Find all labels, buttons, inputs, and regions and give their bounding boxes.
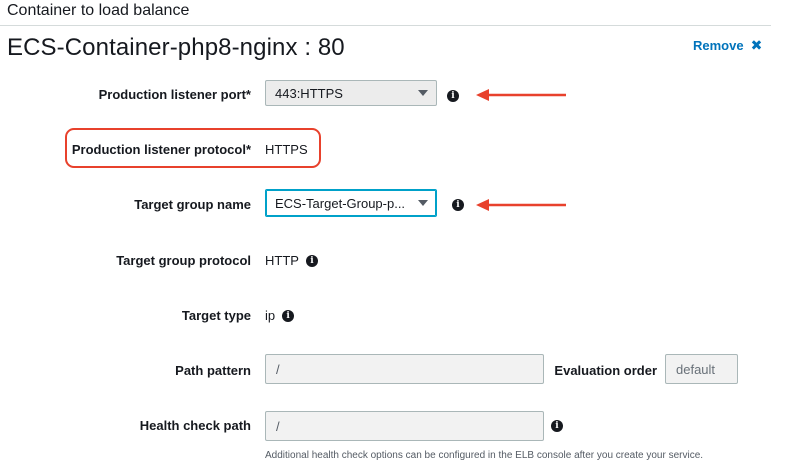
listener-protocol-label: Production listener protocol*: [71, 142, 251, 157]
path-pattern-label: Path pattern: [175, 363, 251, 378]
section-title: Container to load balance: [7, 2, 190, 19]
info-icon[interactable]: i: [305, 254, 318, 267]
divider: [0, 25, 771, 26]
info-icon[interactable]: i: [452, 199, 464, 211]
evaluation-order-placeholder: default: [676, 361, 716, 377]
target-type-label: Target type: [181, 308, 251, 323]
annotation-arrow-icon: [476, 199, 566, 211]
target-group-name-select[interactable]: ECS-Target-Group-p...: [265, 189, 437, 217]
target-group-protocol-value: HTTP: [265, 253, 299, 268]
listener-port-label: Production listener port*: [98, 87, 251, 102]
target-type-value: ip: [265, 308, 276, 323]
health-check-path-value: /: [276, 418, 280, 434]
listener-protocol-value: HTTPS: [265, 142, 308, 157]
target-group-name-label: Target group name: [134, 197, 251, 212]
annotation-arrow-icon: [476, 89, 566, 101]
listener-port-select[interactable]: 443:HTTPS: [265, 80, 437, 106]
health-check-path-label: Health check path: [139, 418, 251, 433]
evaluation-order-input[interactable]: default: [665, 354, 738, 384]
remove-button[interactable]: Remove ✖: [693, 37, 762, 54]
target-group-protocol-label: Target group protocol: [116, 253, 251, 268]
health-check-path-input[interactable]: /: [265, 411, 544, 441]
info-icon[interactable]: i: [551, 420, 563, 432]
container-title: ECS-Container-php8-nginx : 80: [7, 34, 345, 61]
target-type: ip i: [265, 308, 295, 323]
remove-label: Remove: [693, 38, 744, 53]
chevron-down-icon: [418, 200, 428, 206]
chevron-down-icon: [418, 90, 428, 96]
target-group-name-value: ECS-Target-Group-p...: [275, 195, 406, 211]
listener-port-value: 443:HTTPS: [275, 85, 343, 101]
info-icon[interactable]: i: [447, 90, 459, 102]
health-check-help-text: Additional health check options can be c…: [265, 450, 704, 461]
close-icon: ✖: [750, 37, 763, 53]
target-group-protocol: HTTP i: [265, 253, 318, 268]
path-pattern-value: /: [276, 361, 280, 377]
info-icon[interactable]: i: [282, 309, 295, 322]
evaluation-order-label: Evaluation order: [554, 363, 657, 378]
